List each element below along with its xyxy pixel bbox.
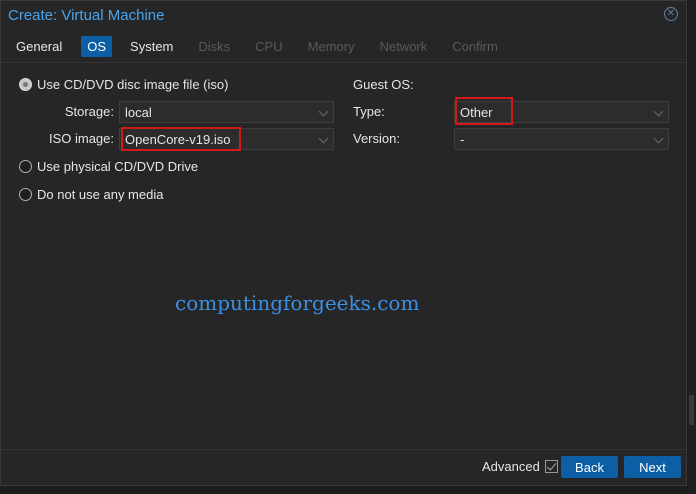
next-button[interactable]: Next <box>624 456 681 478</box>
create-vm-dialog: Create: Virtual Machine ✕ General OS Sys… <box>0 0 687 486</box>
guest-os-heading: Guest OS: <box>353 77 414 92</box>
radio-iso-indicator[interactable] <box>19 78 32 91</box>
iso-highlight-box <box>121 127 241 151</box>
os-version-value: - <box>460 131 465 147</box>
tab-network: Network <box>379 38 428 54</box>
radio-none-label: Do not use any media <box>37 187 164 202</box>
page-scrollbar[interactable] <box>688 0 696 494</box>
radio-physical-indicator[interactable] <box>19 160 32 173</box>
chevron-down-icon <box>653 106 664 117</box>
radio-iso-label: Use CD/DVD disc image file (iso) <box>37 77 229 92</box>
storage-value: local <box>125 104 152 120</box>
type-label: Type: <box>353 104 385 119</box>
tab-os[interactable]: OS <box>81 35 113 57</box>
radio-physical-label: Use physical CD/DVD Drive <box>37 159 199 174</box>
scrollbar-thumb[interactable] <box>689 395 694 425</box>
footer-divider <box>1 449 686 450</box>
tab-system[interactable]: System <box>124 36 179 57</box>
watermark: computingforgeeks.com <box>175 291 420 315</box>
chevron-down-icon <box>318 133 329 144</box>
os-version-select[interactable]: - <box>454 128 669 150</box>
tab-cpu: CPU <box>255 38 283 54</box>
tab-disks: Disks <box>198 38 231 54</box>
tab-memory: Memory <box>307 38 355 54</box>
tab-divider <box>1 62 686 63</box>
advanced-label: Advanced <box>482 459 540 474</box>
radio-none-indicator[interactable] <box>19 188 32 201</box>
dialog-title: Create: Virtual Machine <box>8 6 165 24</box>
radio-use-iso[interactable]: Use CD/DVD disc image file (iso) <box>19 77 228 92</box>
chevron-down-icon <box>318 106 329 117</box>
storage-select[interactable]: local <box>119 101 334 123</box>
radio-no-media[interactable]: Do not use any media <box>19 187 163 202</box>
advanced-toggle[interactable]: Advanced <box>482 459 558 474</box>
radio-physical-drive[interactable]: Use physical CD/DVD Drive <box>19 159 198 174</box>
wizard-tabs: General OS System Disks CPU Memory Netwo… <box>1 34 517 58</box>
chevron-down-icon <box>653 133 664 144</box>
storage-label: Storage: <box>64 104 114 119</box>
advanced-checkbox[interactable] <box>544 460 558 473</box>
type-highlight-box <box>455 97 513 125</box>
close-icon[interactable]: ✕ <box>664 7 678 21</box>
tab-confirm: Confirm <box>452 38 498 54</box>
version-label: Version: <box>353 131 400 146</box>
dialog-titlebar: Create: Virtual Machine <box>1 1 686 29</box>
back-button[interactable]: Back <box>561 456 618 478</box>
iso-image-label: ISO image: <box>48 131 114 146</box>
tab-general[interactable]: General <box>10 36 68 57</box>
